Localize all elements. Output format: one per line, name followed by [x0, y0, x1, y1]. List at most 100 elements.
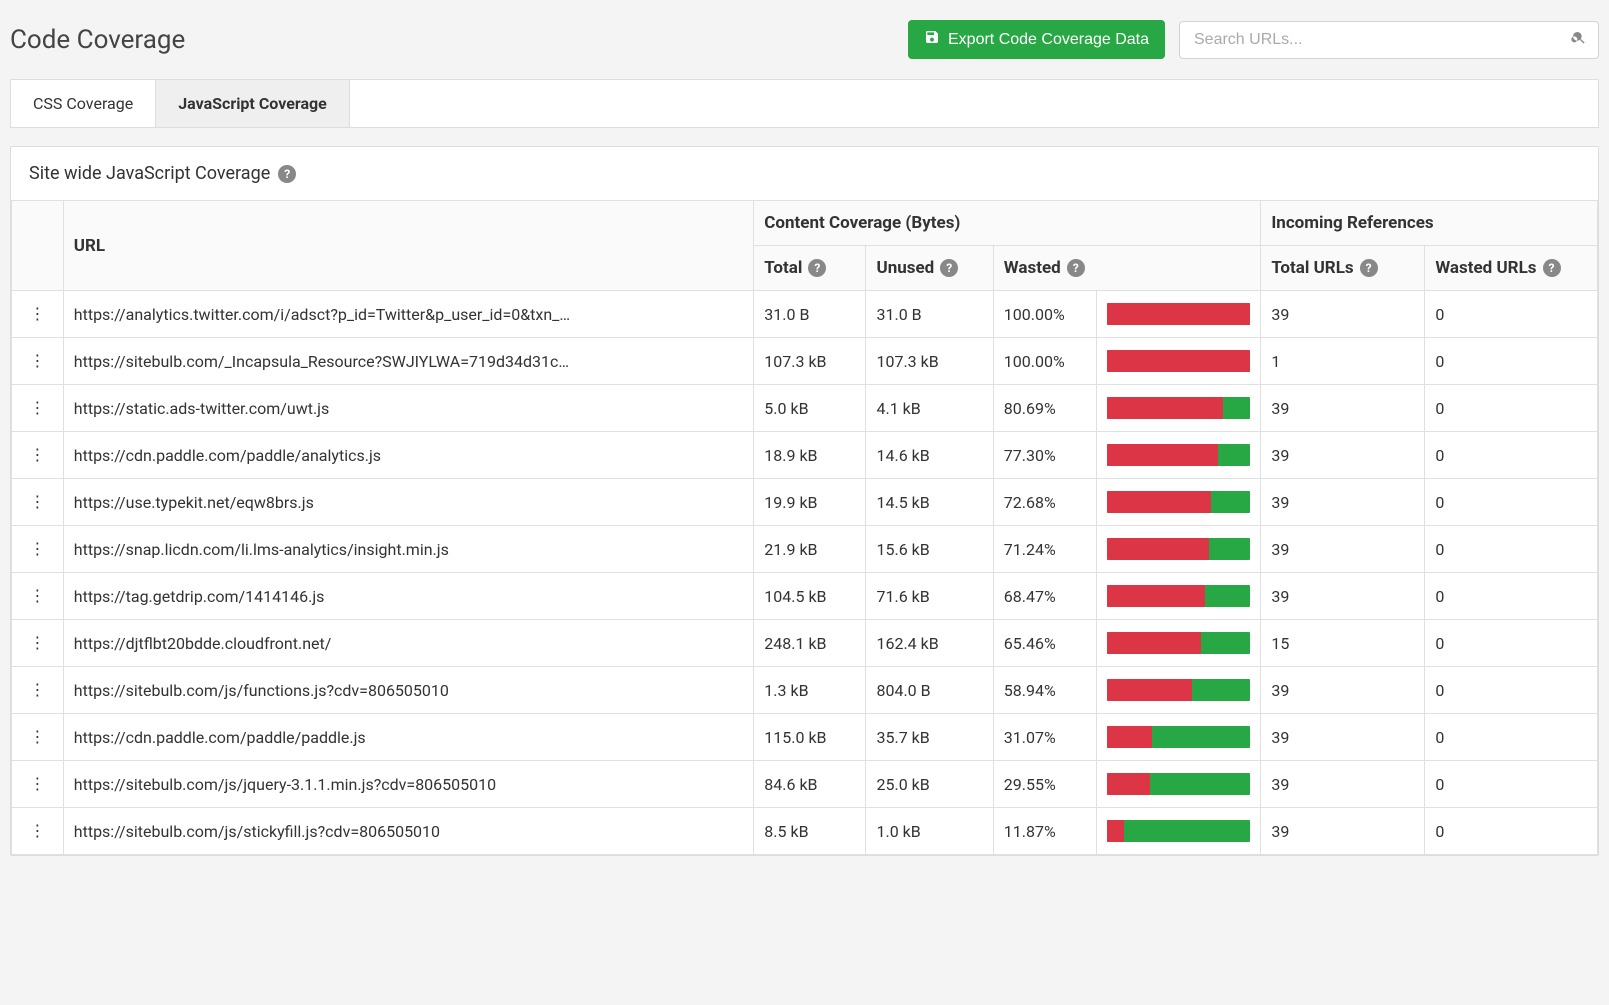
row-menu-button[interactable]: ⋮ — [27, 493, 47, 513]
cell-total-urls: 1 — [1261, 338, 1425, 385]
cell-url[interactable]: https://use.typekit.net/eqw8brs.js — [63, 479, 754, 526]
cell-wasted-bar — [1097, 526, 1261, 573]
cell-total-urls: 39 — [1261, 761, 1425, 808]
cell-url[interactable]: https://tag.getdrip.com/1414146.js — [63, 573, 754, 620]
col-total-urls-header[interactable]: Total URLs ? — [1261, 246, 1425, 291]
cell-wasted-urls: 0 — [1425, 338, 1598, 385]
cell-wasted-bar — [1097, 808, 1261, 855]
kebab-icon: ⋮ — [29, 824, 45, 840]
help-icon[interactable]: ? — [940, 259, 958, 277]
cell-total-urls: 39 — [1261, 432, 1425, 479]
cell-total: 104.5 kB — [754, 573, 866, 620]
kebab-icon: ⋮ — [29, 683, 45, 699]
table-row: ⋮ https://sitebulb.com/js/functions.js?cd… — [12, 667, 1598, 714]
cell-unused: 14.5 kB — [866, 479, 993, 526]
cell-url[interactable]: https://snap.licdn.com/li.lms-analytics/… — [63, 526, 754, 573]
search-input[interactable] — [1179, 21, 1599, 59]
help-icon[interactable]: ? — [278, 165, 296, 183]
tab-css-coverage[interactable]: CSS Coverage — [11, 80, 156, 127]
cell-total-urls: 39 — [1261, 714, 1425, 761]
kebab-icon: ⋮ — [29, 354, 45, 370]
cell-wasted-pct: 11.87% — [993, 808, 1097, 855]
table-row: ⋮ https://sitebulb.com/js/stickyfill.js?c… — [12, 808, 1598, 855]
cell-wasted-pct: 65.46% — [993, 620, 1097, 667]
col-menu-header — [12, 201, 64, 291]
cell-url[interactable]: https://cdn.paddle.com/paddle/analytics.… — [63, 432, 754, 479]
help-icon[interactable]: ? — [808, 259, 826, 277]
cell-wasted-bar — [1097, 573, 1261, 620]
cell-wasted-pct: 29.55% — [993, 761, 1097, 808]
cell-unused: 35.7 kB — [866, 714, 993, 761]
cell-total: 19.9 kB — [754, 479, 866, 526]
row-menu-button[interactable]: ⋮ — [27, 822, 47, 842]
cell-wasted-urls: 0 — [1425, 291, 1598, 338]
cell-unused: 4.1 kB — [866, 385, 993, 432]
cell-url[interactable]: https://analytics.twitter.com/i/adsct?p_… — [63, 291, 754, 338]
help-icon[interactable]: ? — [1360, 259, 1378, 277]
cell-wasted-pct: 77.30% — [993, 432, 1097, 479]
table-row: ⋮https://static.ads-twitter.com/uwt.js5.… — [12, 385, 1598, 432]
kebab-icon: ⋮ — [29, 730, 45, 746]
kebab-icon: ⋮ — [29, 589, 45, 605]
cell-total-urls: 39 — [1261, 526, 1425, 573]
help-icon[interactable]: ? — [1067, 259, 1085, 277]
cell-url[interactable]: https://cdn.paddle.com/paddle/paddle.js — [63, 714, 754, 761]
cell-total-urls: 39 — [1261, 291, 1425, 338]
row-menu-button[interactable]: ⋮ — [27, 775, 47, 795]
cell-unused: 25.0 kB — [866, 761, 993, 808]
cell-total: 84.6 kB — [754, 761, 866, 808]
row-menu-button[interactable]: ⋮ — [27, 399, 47, 419]
cell-url[interactable]: https://sitebulb.com/js/stickyfill.js?cd… — [63, 808, 754, 855]
cell-wasted-pct: 71.24% — [993, 526, 1097, 573]
kebab-icon: ⋮ — [29, 542, 45, 558]
table-row: ⋮ https://cdn.paddle.com/paddle/paddle.js… — [12, 714, 1598, 761]
cell-wasted-urls: 0 — [1425, 479, 1598, 526]
tab-javascript-coverage[interactable]: JavaScript Coverage — [156, 80, 350, 127]
cell-wasted-pct: 72.68% — [993, 479, 1097, 526]
row-menu-button[interactable]: ⋮ — [27, 728, 47, 748]
row-menu-button[interactable]: ⋮ — [27, 634, 47, 654]
row-menu-button[interactable]: ⋮ — [27, 540, 47, 560]
row-menu-button[interactable]: ⋮ — [27, 681, 47, 701]
cell-wasted-urls: 0 — [1425, 761, 1598, 808]
col-wasted-header[interactable]: Wasted ? — [993, 246, 1261, 291]
cell-total-urls: 15 — [1261, 620, 1425, 667]
help-icon[interactable]: ? — [1543, 259, 1561, 277]
kebab-icon: ⋮ — [29, 401, 45, 417]
table-row: ⋮ https://sitebulb.com/js/jquery-3.1.1.mi… — [12, 761, 1598, 808]
page-title: Code Coverage — [10, 25, 185, 55]
cell-unused: 14.6 kB — [866, 432, 993, 479]
table-row: ⋮ https://use.typekit.net/eqw8brs.js19.9 … — [12, 479, 1598, 526]
tabs: CSS CoverageJavaScript Coverage — [10, 79, 1599, 128]
save-icon — [924, 29, 940, 50]
cell-url[interactable]: https://sitebulb.com/_Incapsula_Resource… — [63, 338, 754, 385]
row-menu-button[interactable]: ⋮ — [27, 587, 47, 607]
cell-wasted-pct: 100.00% — [993, 338, 1097, 385]
cell-total: 115.0 kB — [754, 714, 866, 761]
cell-wasted-bar — [1097, 714, 1261, 761]
cell-url[interactable]: https://static.ads-twitter.com/uwt.js — [63, 385, 754, 432]
cell-wasted-bar — [1097, 291, 1261, 338]
cell-url[interactable]: https://djtflbt20bdde.cloudfront.net/ — [63, 620, 754, 667]
cell-unused: 804.0 B — [866, 667, 993, 714]
cell-url[interactable]: https://sitebulb.com/js/functions.js?cdv… — [63, 667, 754, 714]
kebab-icon: ⋮ — [29, 307, 45, 323]
col-total-header[interactable]: Total ? — [754, 246, 866, 291]
cell-total: 248.1 kB — [754, 620, 866, 667]
col-unused-header[interactable]: Unused ? — [866, 246, 993, 291]
table-row: ⋮ https://analytics.twitter.com/i/adsct?p… — [12, 291, 1598, 338]
cell-url[interactable]: https://sitebulb.com/js/jquery-3.1.1.min… — [63, 761, 754, 808]
table-row: ⋮ https://djtflbt20bdde.cloudfront.net/24… — [12, 620, 1598, 667]
row-menu-button[interactable]: ⋮ — [27, 352, 47, 372]
row-menu-button[interactable]: ⋮ — [27, 446, 47, 466]
export-button-label: Export Code Coverage Data — [948, 31, 1149, 49]
cell-wasted-urls: 0 — [1425, 808, 1598, 855]
col-url-header[interactable]: URL — [63, 201, 754, 291]
col-wasted-urls-header[interactable]: Wasted URLs ? — [1425, 246, 1598, 291]
row-menu-button[interactable]: ⋮ — [27, 305, 47, 325]
export-button[interactable]: Export Code Coverage Data — [908, 20, 1165, 59]
cell-wasted-bar — [1097, 620, 1261, 667]
cell-wasted-bar — [1097, 338, 1261, 385]
cell-wasted-urls: 0 — [1425, 526, 1598, 573]
cell-total-urls: 39 — [1261, 479, 1425, 526]
